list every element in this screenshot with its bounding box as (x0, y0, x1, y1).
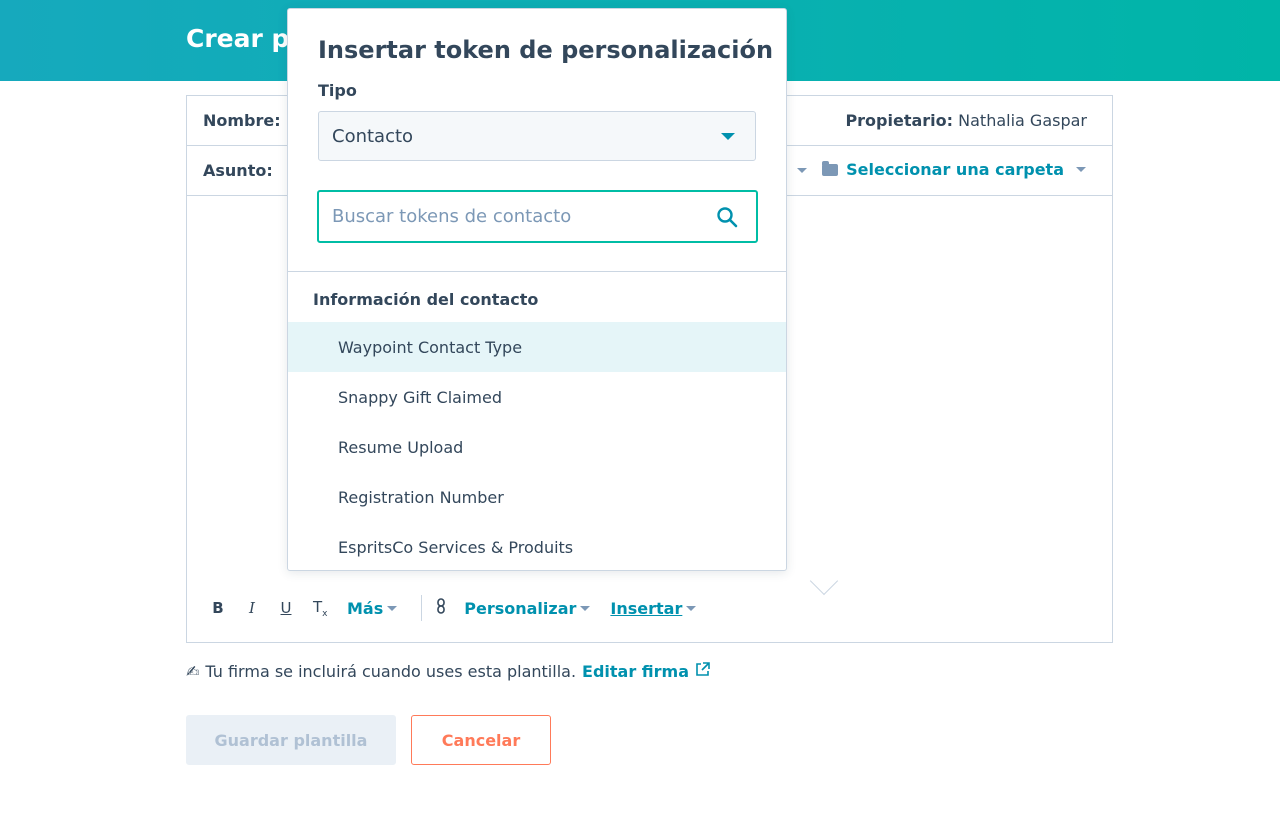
token-list-item[interactable]: Registration Number (288, 472, 786, 522)
folder-select[interactable]: Seleccionar una carpeta (822, 160, 1086, 179)
chevron-down-icon (387, 605, 398, 611)
chevron-down-icon (721, 133, 735, 140)
save-template-button[interactable]: Guardar plantilla (186, 715, 396, 765)
type-select[interactable]: Contacto (318, 111, 756, 161)
signature-note: ✍ Tu firma se incluirá cuando uses esta … (186, 662, 710, 681)
search-icon[interactable] (716, 206, 738, 228)
external-link-icon[interactable] (695, 662, 710, 681)
insert-dropdown[interactable]: Insertar (610, 598, 697, 618)
clear-format-button[interactable]: Tx (313, 597, 328, 619)
cancel-button[interactable]: Cancelar (411, 715, 551, 765)
chevron-down-icon (686, 605, 697, 611)
chevron-down-icon[interactable] (797, 168, 807, 173)
token-list-item[interactable]: EspritsCo Services & Produits (288, 522, 786, 557)
page-title: Crear pl (186, 24, 298, 53)
more-dropdown[interactable]: Más (347, 598, 398, 618)
edit-signature-link[interactable]: Editar firma (582, 662, 689, 681)
bold-button[interactable]: B (211, 599, 225, 617)
signature-icon: ✍ (186, 662, 200, 681)
owner-field[interactable]: Propietario: Nathalia Gaspar (845, 111, 1087, 130)
editor-toolbar: B I U Tx Más Personalizar Insertar (187, 590, 1112, 626)
folder-icon (822, 160, 839, 176)
personalize-dropdown[interactable]: Personalizar (464, 598, 591, 618)
owner-label: Propietario: (845, 111, 954, 130)
subject-label: Asunto: (203, 161, 273, 180)
insert-label: Insertar (610, 598, 683, 618)
token-list-item[interactable]: Waypoint Contact Type (288, 322, 786, 372)
type-label: Tipo (318, 81, 357, 100)
personalization-token-popover: Insertar token de personalización Tipo C… (287, 8, 839, 596)
contact-info-group-heading: Información del contacto (313, 290, 539, 309)
clear-format-icon: T (313, 597, 323, 616)
personalize-label: Personalizar (464, 598, 577, 618)
name-label: Nombre: (203, 111, 281, 130)
token-list: Waypoint Contact Type Snappy Gift Claime… (288, 322, 786, 557)
more-label: Más (347, 598, 384, 618)
token-list-item[interactable]: Resume Upload (288, 422, 786, 472)
chevron-down-icon (1076, 167, 1086, 172)
toolbar-divider (421, 595, 423, 621)
folder-select-label: Seleccionar una carpeta (846, 160, 1064, 179)
type-select-value: Contacto (332, 126, 414, 147)
popover-title: Insertar token de personalización (318, 36, 774, 64)
underline-button[interactable]: U (279, 599, 293, 617)
italic-button[interactable]: I (245, 599, 259, 617)
owner-value: Nathalia Gaspar (958, 111, 1087, 130)
token-list-item[interactable]: Snappy Gift Claimed (288, 372, 786, 422)
chevron-down-icon (580, 605, 591, 611)
token-search-field[interactable] (317, 190, 758, 243)
link-icon[interactable] (436, 598, 446, 618)
popover-divider (288, 271, 786, 272)
token-search-input[interactable] (332, 194, 712, 239)
signature-text: Tu firma se incluirá cuando uses esta pl… (205, 662, 577, 681)
